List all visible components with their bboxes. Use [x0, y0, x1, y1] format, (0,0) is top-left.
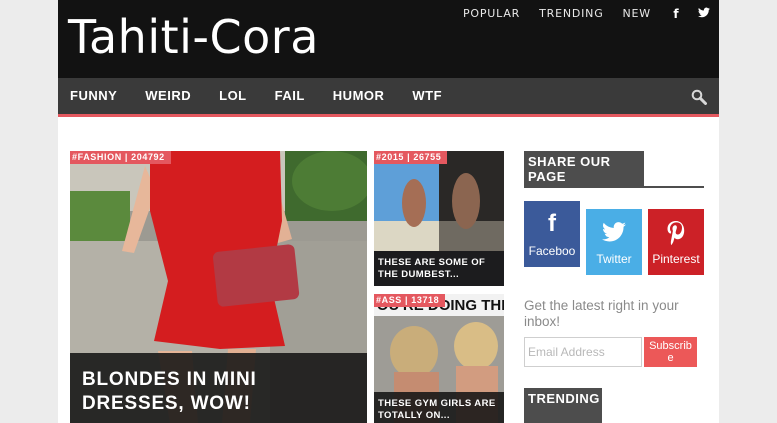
top-nav: POPULAR TRENDING NEW f — [463, 6, 711, 22]
top-nav-popular[interactable]: POPULAR — [463, 6, 520, 22]
facebook-share-button[interactable]: f Faceboo — [524, 201, 580, 267]
nav-item-funny[interactable]: FUNNY — [70, 78, 117, 114]
trending-widget-title: TRENDING — [524, 388, 602, 423]
article-title[interactable]: THESE ARE SOME OF THE DUMBEST... — [374, 251, 504, 286]
twitter-icon[interactable] — [697, 6, 711, 22]
twitter-bird-icon — [698, 7, 710, 18]
facebook-label: Faceboo — [528, 244, 576, 258]
share-widget-title: SHARE OUR PAGE — [524, 151, 644, 188]
article-title[interactable]: BLONDES IN MINI DRESSES, WOW! — [70, 353, 367, 423]
nav-item-wtf[interactable]: WTF — [412, 78, 442, 114]
twitter-label: Twitter — [596, 252, 632, 266]
pinterest-share-button[interactable]: Pinterest — [648, 209, 704, 275]
twitter-share-button[interactable]: Twitter — [586, 209, 642, 275]
twitter-icon — [586, 217, 642, 247]
facebook-icon: f — [548, 210, 556, 237]
pinterest-label: Pinterest — [652, 252, 700, 266]
facebook-icon[interactable]: f — [669, 6, 683, 22]
search-icon[interactable] — [691, 89, 707, 105]
subscribe-button[interactable]: Subscribe — [644, 337, 697, 367]
main-nav: FUNNY WEIRD LOL FAIL HUMOR WTF — [58, 78, 719, 117]
featured-article-card[interactable]: #FASHION | 204792 BLONDES IN MINI DRESSE… — [70, 151, 367, 423]
article-card[interactable]: YOU'RE DOING THE #ASS | 13718 THESE GYM … — [374, 294, 504, 423]
site-logo[interactable]: Tahiti-Cora — [68, 9, 319, 65]
email-field[interactable] — [524, 337, 642, 367]
pinterest-icon — [648, 217, 704, 247]
nav-item-weird[interactable]: WEIRD — [145, 78, 191, 114]
site-container: Tahiti-Cora POPULAR TRENDING NEW f FUNNY… — [58, 0, 719, 423]
article-card[interactable]: #2015 | 26755 THESE ARE SOME OF THE DUMB… — [374, 151, 504, 286]
nav-item-lol[interactable]: LOL — [219, 78, 247, 114]
article-title[interactable]: THESE GYM GIRLS ARE TOTALLY ON... — [374, 392, 504, 423]
article-tag[interactable]: #2015 | 26755 — [374, 151, 448, 164]
newsletter-text: Get the latest right in your inbox! — [524, 298, 679, 329]
nav-item-humor[interactable]: HUMOR — [333, 78, 385, 114]
nav-item-fail[interactable]: FAIL — [275, 78, 305, 114]
top-nav-trending[interactable]: TRENDING — [539, 6, 603, 22]
article-tag[interactable]: #FASHION | 204792 — [70, 151, 171, 164]
site-header: Tahiti-Cora POPULAR TRENDING NEW f — [58, 0, 719, 78]
top-nav-new[interactable]: NEW — [623, 6, 651, 22]
widget-title-underline — [644, 186, 704, 188]
article-tag[interactable]: #ASS | 13718 — [374, 294, 446, 307]
